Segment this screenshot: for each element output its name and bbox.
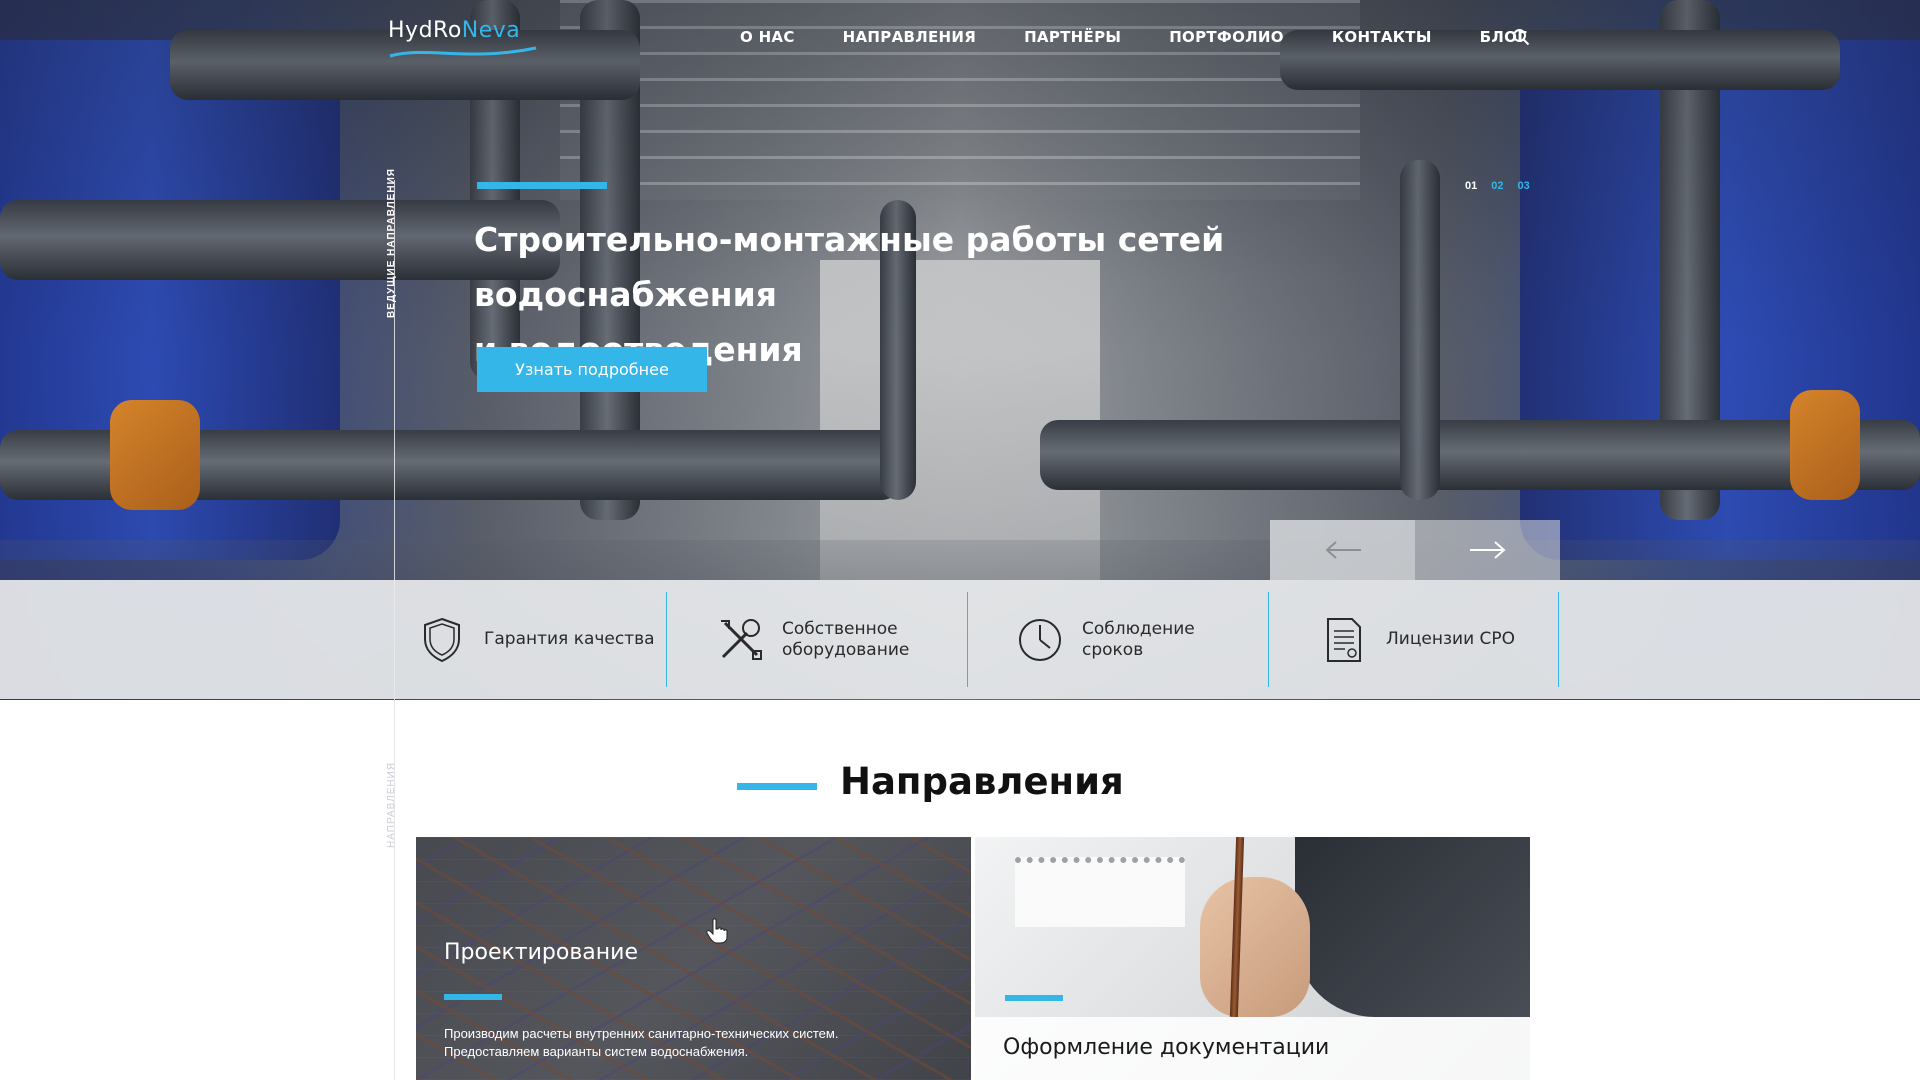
card-title: Оформление документации: [1003, 1035, 1330, 1060]
side-line: [394, 700, 395, 1080]
slide-number[interactable]: 03: [1518, 180, 1530, 192]
card-description-line: Предоставляем варианты систем водоснабже…: [444, 1044, 749, 1059]
card-image-notebook: [1015, 857, 1185, 927]
feature-deadlines: Соблюдение сроков: [1016, 580, 1195, 699]
document-icon: [1320, 616, 1368, 664]
shield-icon: [418, 616, 466, 664]
feature-quality: Гарантия качества: [418, 580, 655, 699]
section-title: Направления: [840, 760, 1124, 803]
card-image-suit: [1295, 837, 1530, 1017]
feature-divider: [1268, 592, 1269, 687]
arrow-left-icon: [1324, 541, 1361, 559]
hero-title-line-1: Строительно-монтажные работы сетей водос…: [474, 220, 1225, 314]
feature-label: Собственное оборудование: [782, 619, 909, 661]
hand-pointer-icon: [706, 918, 728, 944]
feature-label: Соблюдение сроков: [1082, 619, 1195, 661]
learn-more-button[interactable]: Узнать подробнее: [477, 347, 707, 392]
feature-label-line: Гарантия качества: [484, 629, 655, 649]
logo[interactable]: HydRoNeva: [388, 18, 538, 58]
card-accent-bar: [1005, 995, 1063, 1001]
direction-card-documentation[interactable]: Оформление документации: [975, 837, 1530, 1080]
feature-label: Гарантия качества: [484, 629, 655, 650]
logo-part-1: HydRo: [388, 18, 462, 43]
feature-equipment: Собственное оборудование: [716, 580, 909, 699]
nav-about[interactable]: О НАС: [740, 28, 795, 46]
card-description: Производим расчеты внутренних санитарно-…: [444, 1025, 838, 1061]
hero-side-label: ВЕДУЩИЕ НАПРАВЛЕНИЯ: [386, 168, 397, 318]
card-title: Проектирование: [444, 940, 638, 965]
section-side-label: НАПРАВЛЕНИЯ: [386, 761, 397, 848]
card-description-line: Производим расчеты внутренних санитарно-…: [444, 1026, 839, 1041]
feature-label-line: Лицензии СРО: [1386, 629, 1516, 649]
feature-label: Лицензии СРО: [1386, 629, 1515, 650]
card-image-hand: [1200, 877, 1310, 1017]
slide-number[interactable]: 02: [1491, 180, 1503, 192]
card-accent-bar: [444, 994, 502, 1000]
feature-divider: [1558, 592, 1559, 687]
feature-label-line: Собственное: [782, 618, 898, 639]
slider-prev-button[interactable]: [1270, 520, 1415, 580]
section-accent-bar: [737, 783, 817, 790]
slide-pagination: 01 02 03: [1465, 180, 1530, 192]
tools-icon: [716, 616, 764, 664]
feature-divider: [967, 592, 968, 687]
nav-contacts[interactable]: КОНТАКТЫ: [1332, 28, 1432, 46]
logo-wordmark: HydRoNeva: [388, 18, 538, 43]
hero-accent-bar: [477, 182, 607, 189]
nav-directions[interactable]: НАПРАВЛЕНИЯ: [843, 28, 976, 46]
slider-next-button[interactable]: [1415, 520, 1560, 580]
feature-label-line: оборудование: [782, 639, 910, 660]
feature-licenses: Лицензии СРО: [1320, 580, 1515, 699]
nav-portfolio[interactable]: ПОРТФОЛИО: [1169, 28, 1284, 46]
direction-card-design[interactable]: Проектирование Производим расчеты внутре…: [416, 837, 971, 1080]
feature-label-line: сроков: [1082, 639, 1144, 660]
features-strip: [0, 580, 1920, 699]
search-icon[interactable]: [1512, 28, 1530, 46]
main-nav: О НАС НАПРАВЛЕНИЯ ПАРТНЁРЫ ПОРТФОЛИО КОН…: [740, 28, 1575, 46]
nav-partners[interactable]: ПАРТНЁРЫ: [1024, 28, 1121, 46]
feature-divider: [666, 592, 667, 687]
slide-number[interactable]: 01: [1465, 180, 1477, 192]
logo-part-2: Neva: [461, 18, 521, 43]
logo-wave-icon: [389, 46, 537, 58]
feature-label-line: Соблюдение: [1082, 618, 1195, 639]
clock-icon: [1016, 616, 1064, 664]
arrow-right-icon: [1469, 541, 1506, 559]
